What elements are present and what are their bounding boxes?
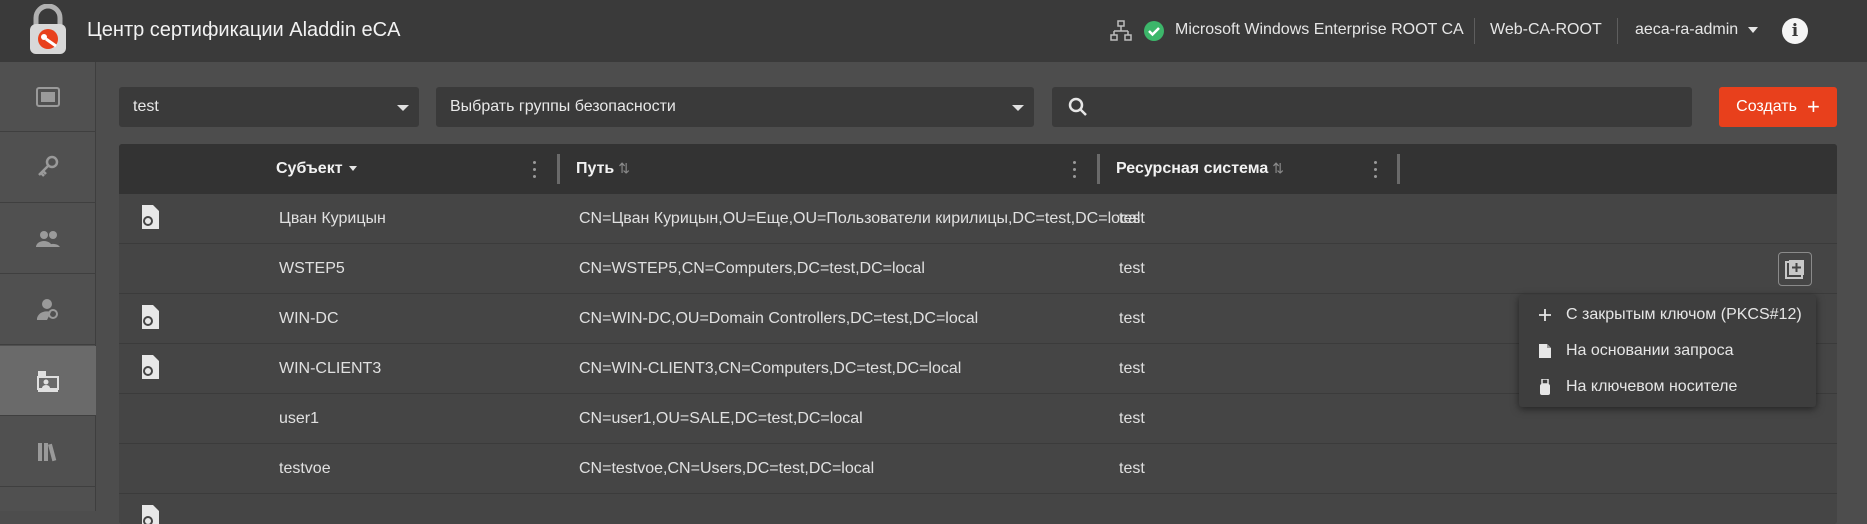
column-header-subject[interactable]: Субъект [276,160,357,178]
cell-resource-system: test [1119,410,1145,427]
main-content: test Выбрать группы безопасности Создать… [97,62,1867,524]
cell-path: CN=WIN-DC,OU=Domain Controllers,DC=test,… [579,310,979,327]
chevron-down-icon [1012,105,1024,111]
cell-resource-system: test [1119,460,1145,477]
keys-icon [38,155,59,177]
column-header-path[interactable]: Путь ⇅ [576,160,630,178]
network-icon[interactable] [1110,20,1132,42]
chevron-down-icon[interactable] [1748,27,1758,33]
domain-select-value: test [133,98,159,115]
certificate-window-icon [36,86,60,107]
aladdin-logo-icon [30,4,66,54]
column-label: Субъект [276,160,343,177]
column-menu-icon[interactable] [1374,161,1378,179]
cell-subject: Цван Курицын [279,210,386,227]
sidebar-item-certificates[interactable] [0,62,96,132]
certificate-doc-icon [142,305,159,329]
certificate-doc-icon [142,355,159,379]
column-menu-icon[interactable] [1073,161,1077,179]
column-resizer[interactable] [557,154,560,184]
menu-item-from-request[interactable]: На основании запроса [1519,333,1816,369]
column-resizer[interactable] [1397,154,1400,184]
top-bar: Центр сертификации Aladdin eCA Microsoft… [0,0,1867,62]
cell-resource-system: test [1119,210,1145,227]
security-groups-select[interactable]: Выбрать группы безопасности [436,87,1034,127]
sidebar [0,62,96,511]
sort-icon[interactable]: ⇅ [1272,160,1284,176]
sidebar-item-issuance[interactable] [0,346,96,416]
create-button[interactable]: Создать + [1719,87,1837,127]
sidebar-item-users[interactable] [0,204,96,274]
search-box[interactable] [1052,87,1692,127]
menu-item-label: С закрытым ключом (PKCS#12) [1566,306,1802,323]
issue-certificate-menu: С закрытым ключом (PKCS#12) На основании… [1519,295,1816,407]
certificate-doc-icon [142,205,159,229]
table-row[interactable]: WSTEP5 CN=WSTEP5,CN=Computers,DC=test,DC… [119,244,1837,294]
menu-item-label: На основании запроса [1566,342,1734,359]
app-title: Центр сертификации Aladdin eCA [87,19,401,41]
cell-resource-system: test [1119,260,1145,277]
library-icon [38,442,57,461]
cell-path: CN=WSTEP5,CN=Computers,DC=test,DC=local [579,260,925,277]
document-icon [1536,342,1554,360]
table-row[interactable] [119,494,1837,524]
sort-desc-icon[interactable] [348,166,357,172]
cell-path: CN=Цван Курицын,OU=Еще,OU=Пользователи к… [579,210,1141,227]
create-button-label: Создать [1736,98,1797,115]
cell-path: CN=user1,OU=SALE,DC=test,DC=local [579,410,863,427]
cell-subject: testvoe [279,460,331,477]
column-menu-icon[interactable] [533,161,537,179]
table-row[interactable]: Цван Курицын CN=Цван Курицын,OU=Еще,OU=П… [119,194,1837,244]
info-icon[interactable]: i [1782,18,1808,44]
column-label: Ресурсная система [1116,160,1269,177]
sidebar-item-library[interactable] [0,417,96,487]
user-menu[interactable]: aeca-ra-admin [1635,21,1738,39]
sort-icon[interactable]: ⇅ [618,160,630,176]
cell-resource-system: test [1119,360,1145,377]
domain-select[interactable]: test [119,87,419,127]
usb-token-icon [1536,378,1554,396]
cell-subject: WSTEP5 [279,260,345,277]
plus-icon [1536,306,1554,324]
cell-path: CN=WIN-CLIENT3,CN=Computers,DC=test,DC=l… [579,360,962,377]
menu-item-key-token[interactable]: На ключевом носителе [1519,369,1816,405]
issue-certificate-button[interactable] [1778,252,1812,286]
table-row[interactable]: testvoe CN=testvoe,CN=Users,DC=test,DC=l… [119,444,1837,494]
column-label: Путь [576,160,615,177]
cell-resource-system: test [1119,310,1145,327]
security-groups-placeholder: Выбрать группы безопасности [450,98,676,115]
search-input[interactable] [1102,87,1682,127]
cell-subject: WIN-CLIENT3 [279,360,382,377]
sidebar-item-user-certificates[interactable] [0,275,96,345]
search-icon [1068,97,1087,116]
chevron-down-icon [397,105,409,111]
add-certificate-icon [1785,260,1804,279]
cell-subject: user1 [279,410,320,427]
divider [1617,18,1618,44]
check-circle-icon [1144,21,1164,41]
column-resizer[interactable] [1097,154,1100,184]
plus-icon: + [1806,94,1820,119]
cell-path: CN=testvoe,CN=Users,DC=test,DC=local [579,460,875,477]
cell-subject: WIN-DC [279,310,339,327]
ca-short-name[interactable]: Web-CA-ROOT [1490,21,1602,39]
user-cert-icon [36,298,58,320]
certificate-doc-icon [142,505,159,524]
divider [1474,18,1475,44]
menu-item-label: На ключевом носителе [1566,378,1738,395]
cert-issuance-icon [37,370,59,392]
sidebar-item-keys[interactable] [0,133,96,203]
table-header: Субъект Путь ⇅ Ресурсная система ⇅ [119,144,1837,194]
ca-name[interactable]: Microsoft Windows Enterprise ROOT CA [1175,21,1464,39]
menu-item-pkcs12[interactable]: С закрытым ключом (PKCS#12) [1519,297,1816,333]
column-header-resource-system[interactable]: Ресурсная система ⇅ [1116,160,1284,178]
users-icon [36,230,60,247]
